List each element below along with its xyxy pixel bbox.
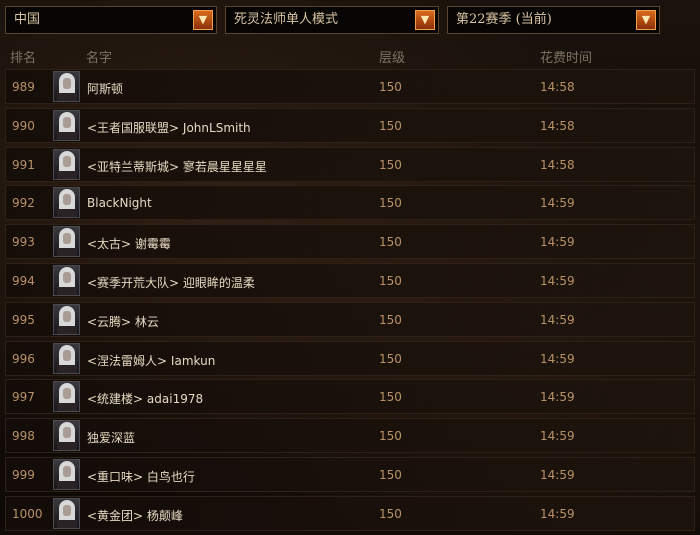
rank-cell: 1000 (12, 506, 43, 521)
mode-select-value: 死灵法师单人模式 (234, 12, 339, 27)
time-cell: 14:59 (540, 390, 575, 405)
rank-cell: 995 (12, 312, 35, 327)
level-cell: 150 (379, 273, 402, 288)
mode-select[interactable]: 死灵法师单人模式 ▼ (225, 6, 439, 34)
table-row[interactable]: 999 <重口味> 白鸟也行 150 14:59 (5, 456, 695, 492)
time-cell: 14:59 (540, 429, 575, 444)
avatar (53, 187, 80, 219)
player-name[interactable]: <涅法雷姆人> Iamkun (87, 352, 215, 369)
rank-cell: 991 (12, 157, 35, 172)
table-row[interactable]: 989 阿斯顿 150 14:58 (5, 69, 695, 104)
avatar (53, 342, 80, 374)
chevron-down-icon[interactable]: ▼ (415, 10, 435, 30)
rank-cell: 998 (12, 429, 35, 444)
player-name[interactable]: <云腾> 林云 (87, 313, 159, 330)
avatar (53, 71, 80, 102)
season-select-value: 第22赛季 (当前) (456, 12, 552, 27)
column-header-time: 花费时间 (540, 51, 593, 66)
chevron-down-icon[interactable]: ▼ (193, 10, 213, 30)
time-cell: 14:59 (540, 467, 575, 482)
region-select-value: 中国 (14, 12, 41, 27)
level-cell: 150 (379, 312, 402, 327)
table-row[interactable]: 996 <涅法雷姆人> Iamkun 150 14:59 (5, 340, 695, 376)
rank-cell: 997 (12, 390, 35, 405)
avatar (53, 497, 80, 529)
player-name[interactable]: 独爱深蓝 (87, 429, 135, 446)
filter-bar: 中国 ▼ 死灵法师单人模式 ▼ 第22赛季 (当前) ▼ (0, 0, 700, 40)
time-cell: 14:59 (540, 506, 575, 521)
leaderboard-list: 989 阿斯顿 150 14:58 990 <王者国服联盟> JohnLSmith 150 1… (5, 69, 695, 535)
player-name[interactable]: 阿斯顿 (87, 80, 123, 97)
chevron-down-icon[interactable]: ▼ (636, 10, 656, 30)
player-name[interactable]: <太古> 谢霉霉 (87, 235, 171, 252)
level-cell: 150 (379, 467, 402, 482)
avatar (53, 420, 80, 452)
column-header-rank: 排名 (10, 51, 37, 66)
player-name[interactable]: <统建楼> adai1978 (87, 390, 203, 407)
player-name[interactable]: <王者国服联盟> JohnLSmith (87, 119, 251, 136)
table-row[interactable]: 997 <统建楼> adai1978 150 14:59 (5, 379, 695, 415)
table-row[interactable]: 998 独爱深蓝 150 14:59 (5, 418, 695, 454)
column-header-name: 名字 (86, 51, 113, 66)
column-header-level: 层级 (379, 51, 406, 66)
player-name[interactable]: BlackNight (87, 196, 152, 210)
time-cell: 14:59 (540, 273, 575, 288)
level-cell: 150 (379, 351, 402, 366)
avatar (53, 148, 80, 180)
rank-cell: 999 (12, 467, 35, 482)
table-row[interactable]: 995 <云腾> 林云 150 14:59 (5, 301, 695, 337)
level-cell: 150 (379, 235, 402, 250)
time-cell: 14:58 (540, 80, 575, 94)
player-name[interactable]: <黄金团> 杨颠峰 (87, 507, 183, 524)
level-cell: 150 (379, 429, 402, 444)
table-row[interactable]: 993 <太古> 谢霉霉 150 14:59 (5, 224, 695, 260)
time-cell: 14:59 (540, 235, 575, 250)
player-name[interactable]: <重口味> 白鸟也行 (87, 468, 195, 485)
table-row[interactable]: 1000 <黄金团> 杨颠峰 150 14:59 (5, 495, 695, 531)
avatar (53, 226, 80, 258)
season-select[interactable]: 第22赛季 (当前) ▼ (447, 6, 660, 34)
level-cell: 150 (379, 196, 402, 211)
level-cell: 150 (379, 80, 402, 94)
table-row[interactable]: 991 <亚特兰蒂斯城> 寥若晨星星星星 150 14:58 (5, 146, 695, 182)
region-select[interactable]: 中国 ▼ (5, 6, 217, 34)
level-cell: 150 (379, 390, 402, 405)
rank-cell: 992 (12, 196, 35, 211)
avatar (53, 381, 80, 413)
player-name[interactable]: <亚特兰蒂斯城> 寥若晨星星星星 (87, 158, 267, 175)
time-cell: 14:58 (540, 157, 575, 172)
avatar (53, 458, 80, 490)
rank-cell: 996 (12, 351, 35, 366)
leaderboard-header: 排名 名字 层级 花费时间 (0, 42, 700, 68)
player-name[interactable]: <赛季开荒大队> 迎眼眸的温柔 (87, 274, 255, 291)
time-cell: 14:59 (540, 312, 575, 327)
level-cell: 150 (379, 118, 402, 133)
avatar (53, 303, 80, 335)
avatar (53, 109, 80, 141)
rank-cell: 989 (12, 80, 35, 94)
time-cell: 14:59 (540, 351, 575, 366)
table-row[interactable]: 990 <王者国服联盟> JohnLSmith 150 14:58 (5, 107, 695, 143)
rank-cell: 990 (12, 118, 35, 133)
level-cell: 150 (379, 506, 402, 521)
table-row[interactable]: 994 <赛季开荒大队> 迎眼眸的温柔 150 14:59 (5, 262, 695, 298)
time-cell: 14:58 (540, 118, 575, 133)
time-cell: 14:59 (540, 196, 575, 211)
rank-cell: 993 (12, 235, 35, 250)
table-row[interactable]: 992 BlackNight 150 14:59 (5, 185, 695, 221)
rank-cell: 994 (12, 273, 35, 288)
level-cell: 150 (379, 157, 402, 172)
avatar (53, 264, 80, 296)
